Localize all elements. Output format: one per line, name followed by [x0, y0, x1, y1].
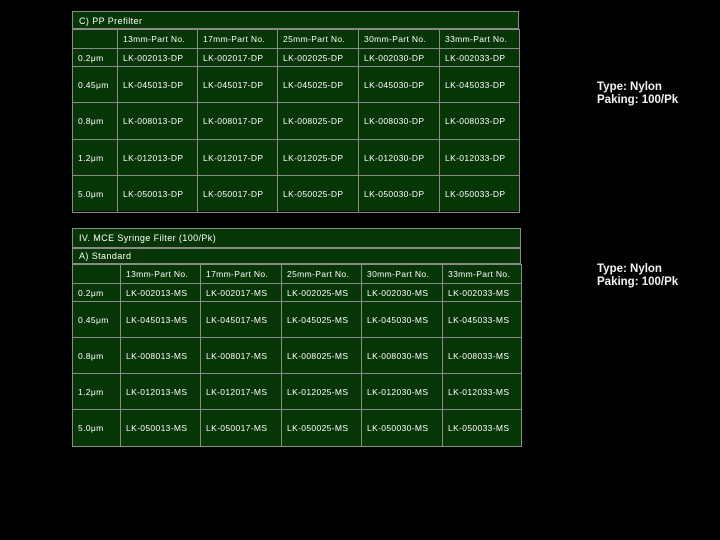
- prefilter-table: 13mm-Part No. 17mm-Part No. 25mm-Part No…: [72, 29, 520, 213]
- part-number-cell: LK-012033-DP: [439, 139, 520, 176]
- part-number-cell: LK-012017-MS: [200, 373, 282, 410]
- pore-size-cell: 0.2μm: [72, 48, 118, 67]
- part-number-cell: LK-002025-MS: [281, 283, 362, 302]
- header-cell: 33mm-Part No.: [442, 264, 522, 284]
- prefilter-title: C) PP Prefilter: [72, 11, 519, 29]
- part-number-cell: LK-008030-DP: [358, 102, 440, 140]
- table-row: 0.45μm LK-045013-DP LK-045017-DP LK-0450…: [72, 66, 520, 103]
- part-number-cell: LK-012030-DP: [358, 139, 440, 176]
- part-number-cell: LK-002030-DP: [358, 48, 440, 67]
- part-number-cell: LK-002017-DP: [197, 48, 278, 67]
- part-number-cell: LK-045013-MS: [120, 301, 201, 338]
- table-row: 0.8μm LK-008013-DP LK-008017-DP LK-00802…: [72, 102, 520, 140]
- part-number-cell: LK-008013-DP: [117, 102, 198, 140]
- part-number-cell: LK-045030-MS: [361, 301, 443, 338]
- header-cell: 13mm-Part No.: [117, 29, 198, 49]
- pore-size-cell: 0.45μm: [72, 301, 121, 338]
- part-number-cell: LK-050025-DP: [277, 175, 359, 213]
- header-cell: [72, 29, 118, 49]
- table-row: 1.2μm LK-012013-DP LK-012017-DP LK-01202…: [72, 139, 520, 176]
- table-row: 0.45μm LK-045013-MS LK-045017-MS LK-0450…: [72, 301, 522, 338]
- part-number-cell: LK-045030-DP: [358, 66, 440, 103]
- part-number-cell: LK-012013-MS: [120, 373, 201, 410]
- side-packing-label: Paking: 100/Pk: [597, 94, 679, 106]
- part-number-cell: LK-002033-DP: [439, 48, 520, 67]
- part-number-cell: LK-050033-DP: [439, 175, 520, 213]
- table-row: 5.0μm LK-050013-MS LK-050017-MS LK-05002…: [72, 409, 522, 447]
- part-number-cell: LK-002013-MS: [120, 283, 201, 302]
- pore-size-cell: 0.8μm: [72, 337, 121, 374]
- part-number-cell: LK-012013-DP: [117, 139, 198, 176]
- part-number-cell: LK-008033-MS: [442, 337, 522, 374]
- header-cell: 17mm-Part No.: [197, 29, 278, 49]
- mce-section-title: IV. MCE Syringe Filter (100/Pk): [72, 228, 521, 248]
- header-cell: 25mm-Part No.: [281, 264, 362, 284]
- pore-size-cell: 0.2μm: [72, 283, 121, 302]
- mce-subtitle: A) Standard: [72, 248, 521, 264]
- part-number-cell: LK-012030-MS: [361, 373, 443, 410]
- header-cell: 33mm-Part No.: [439, 29, 520, 49]
- mce-table: 13mm-Part No. 17mm-Part No. 25mm-Part No…: [72, 264, 522, 447]
- part-number-cell: LK-045025-MS: [281, 301, 362, 338]
- table-row: 1.2μm LK-012013-MS LK-012017-MS LK-01202…: [72, 373, 522, 410]
- part-number-cell: LK-050017-MS: [200, 409, 282, 447]
- part-number-cell: LK-045033-DP: [439, 66, 520, 103]
- table-header-row: 13mm-Part No. 17mm-Part No. 25mm-Part No…: [72, 29, 520, 49]
- part-number-cell: LK-045017-DP: [197, 66, 278, 103]
- part-number-cell: LK-008033-DP: [439, 102, 520, 140]
- table-row: 5.0μm LK-050013-DP LK-050017-DP LK-05002…: [72, 175, 520, 213]
- part-number-cell: LK-050033-MS: [442, 409, 522, 447]
- header-cell: [72, 264, 121, 284]
- part-number-cell: LK-008017-MS: [200, 337, 282, 374]
- mce-panel: IV. MCE Syringe Filter (100/Pk) A) Stand…: [72, 228, 522, 447]
- pore-size-cell: 0.8μm: [72, 102, 118, 140]
- part-number-cell: LK-050013-DP: [117, 175, 198, 213]
- part-number-cell: LK-008025-MS: [281, 337, 362, 374]
- part-number-cell: LK-012017-DP: [197, 139, 278, 176]
- header-cell: 30mm-Part No.: [361, 264, 443, 284]
- part-number-cell: LK-050013-MS: [120, 409, 201, 447]
- part-number-cell: LK-050025-MS: [281, 409, 362, 447]
- part-number-cell: LK-050017-DP: [197, 175, 278, 213]
- pore-size-cell: 5.0μm: [72, 409, 121, 447]
- mce-side-note: Type: Nylon Paking: 100/Pk: [597, 263, 678, 289]
- table-row: 0.2μm LK-002013-DP LK-002017-DP LK-00202…: [72, 48, 520, 67]
- part-number-cell: LK-008025-DP: [277, 102, 359, 140]
- part-number-cell: LK-045017-MS: [200, 301, 282, 338]
- part-number-cell: LK-012025-MS: [281, 373, 362, 410]
- part-number-cell: LK-002025-DP: [277, 48, 359, 67]
- header-cell: 30mm-Part No.: [358, 29, 440, 49]
- table-row: 0.8μm LK-008013-MS LK-008017-MS LK-00802…: [72, 337, 522, 374]
- part-number-cell: LK-012033-MS: [442, 373, 522, 410]
- pore-size-cell: 0.45μm: [72, 66, 118, 103]
- part-number-cell: LK-045033-MS: [442, 301, 522, 338]
- side-packing-label: Paking: 100/Pk: [597, 276, 679, 288]
- part-number-cell: LK-045025-DP: [277, 66, 359, 103]
- part-number-cell: LK-050030-DP: [358, 175, 440, 213]
- table-header-row: 13mm-Part No. 17mm-Part No. 25mm-Part No…: [72, 264, 522, 284]
- part-number-cell: LK-002013-DP: [117, 48, 198, 67]
- part-number-cell: LK-002033-MS: [442, 283, 522, 302]
- part-number-cell: LK-008030-MS: [361, 337, 443, 374]
- part-number-cell: LK-012025-DP: [277, 139, 359, 176]
- part-number-cell: LK-002017-MS: [200, 283, 282, 302]
- part-number-cell: LK-045013-DP: [117, 66, 198, 103]
- part-number-cell: LK-050030-MS: [361, 409, 443, 447]
- pore-size-cell: 1.2μm: [72, 373, 121, 410]
- header-cell: 13mm-Part No.: [120, 264, 201, 284]
- pore-size-cell: 5.0μm: [72, 175, 118, 213]
- part-number-cell: LK-008017-DP: [197, 102, 278, 140]
- part-number-cell: LK-008013-MS: [120, 337, 201, 374]
- header-cell: 25mm-Part No.: [277, 29, 359, 49]
- table-row: 0.2μm LK-002013-MS LK-002017-MS LK-00202…: [72, 283, 522, 302]
- pore-size-cell: 1.2μm: [72, 139, 118, 176]
- side-type-label: Type: Nylon: [597, 81, 662, 93]
- part-number-cell: LK-002030-MS: [361, 283, 443, 302]
- side-type-label: Type: Nylon: [597, 263, 662, 275]
- prefilter-side-note: Type: Nylon Paking: 100/Pk: [597, 81, 678, 107]
- prefilter-panel: C) PP Prefilter 13mm-Part No. 17mm-Part …: [72, 11, 520, 213]
- header-cell: 17mm-Part No.: [200, 264, 282, 284]
